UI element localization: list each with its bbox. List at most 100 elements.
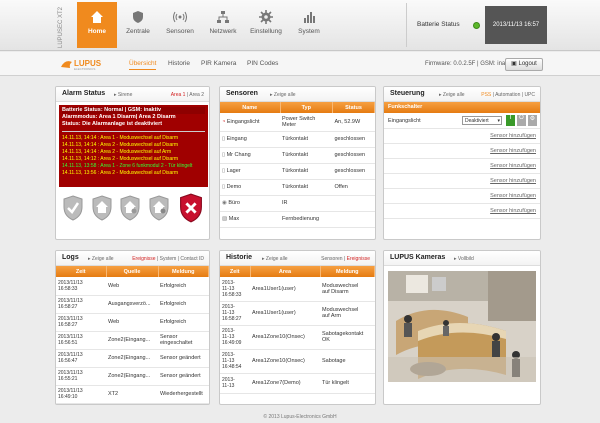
table-row: 2013/11/13 16:58:27 Web Erfolgreich xyxy=(56,313,209,332)
table-row[interactable]: ▧ Max Fernbedienung xyxy=(220,211,375,228)
cell-area: Area1Zone10(Onsec) xyxy=(250,349,320,374)
cell-name: Demo xyxy=(226,184,242,190)
cell-message: Erfolgreich xyxy=(158,313,209,332)
nav-netzwerk[interactable]: Netzwerk xyxy=(203,2,243,48)
table-row[interactable]: ▯ Eingang Türkontakt geschlossen xyxy=(220,131,375,148)
cell-status: An, 52.9W xyxy=(332,113,375,132)
historie-tabs: Sensoren | Ereignisse xyxy=(321,256,370,262)
settings-button[interactable]: ⚙ xyxy=(528,115,537,126)
table-row: 2013/11/13 16:56:51 Zone2(Eingang... Senso… xyxy=(56,331,209,350)
add-sensor-link[interactable]: Sensor hinzufügen xyxy=(384,144,540,159)
logs-title: Logs xyxy=(62,254,79,261)
cell-time: 2013/11/13 16:56:51 xyxy=(56,331,106,350)
area1-link[interactable]: Area 1 xyxy=(171,92,186,98)
table-row[interactable]: ◔ Eingangslicht Power Switch Meter An, 52.… xyxy=(220,113,375,132)
historie-show-all-label: Zeige alle xyxy=(265,256,288,262)
sensoren-show-all-label: Zeige alle xyxy=(273,92,296,98)
door-icon: ▯ xyxy=(222,184,226,190)
tab-ereignisse[interactable]: Ereignisse xyxy=(132,256,155,262)
sensoren-table: Name Typ Status ◔ Eingangslicht Power Swi… xyxy=(220,102,375,228)
tab-upc[interactable]: UPC xyxy=(524,92,535,98)
cell-name: Eingang xyxy=(226,136,247,142)
arm-shield-button[interactable] xyxy=(62,195,84,221)
table-row[interactable]: ◉ Büro IR xyxy=(220,195,375,212)
nav-einstellung[interactable]: Einstellung xyxy=(246,2,286,48)
historie-show-all-link[interactable]: ▸ Zeige alle xyxy=(262,256,288,262)
home-shield-button[interactable] xyxy=(91,195,113,221)
battery-status-line: Batterie Status: Normal | GSM: inaktiv xyxy=(62,107,205,114)
cell-area: Area1Zone7(Demo) xyxy=(250,373,320,394)
area2-link[interactable]: Area 2 xyxy=(189,92,204,98)
cell-message: Moduswechsel auf Arm xyxy=(320,301,375,326)
nav-home[interactable]: Home xyxy=(77,2,117,48)
add-sensor-link[interactable]: Sensor hinzufügen xyxy=(384,174,540,189)
nav-system[interactable]: System xyxy=(289,2,329,48)
table-row: 2013/11/13 16:55:21 Zone2(Eingang... Senso… xyxy=(56,367,209,386)
historie-panel: Historie ▸ Zeige alle Sensoren | Ereigni… xyxy=(219,250,376,405)
col-header: Zeit xyxy=(220,266,251,277)
tab-sensoren[interactable]: Sensoren xyxy=(321,256,342,262)
cell-name: Büro xyxy=(228,200,240,206)
sensoren-show-all-link[interactable]: ▸ Zeige alle xyxy=(270,92,296,98)
sirene-link[interactable]: ▸ Sirene xyxy=(114,92,132,98)
switch-mode-select[interactable]: Deaktiviert ▾ xyxy=(462,116,502,125)
home1-shield-button[interactable] xyxy=(119,195,141,221)
tab-pir-kamera[interactable]: PIR Kamera xyxy=(201,60,236,67)
add-sensor-link[interactable]: Sensor hinzufügen xyxy=(384,204,540,219)
add-sensor-link[interactable]: Sensor hinzufügen xyxy=(384,159,540,174)
fullscreen-link[interactable]: ▸ Vollbild xyxy=(454,256,474,262)
steuerung-header: Steuerung ▸ Zeige alle PSS | Automation … xyxy=(384,87,540,102)
event-line: 14.11.13, 13:56 : Area 2 - Moduswechsel … xyxy=(62,170,179,176)
nav-sensoren-label: Sensoren xyxy=(166,28,194,35)
add-sensor-link[interactable]: Sensor hinzufügen xyxy=(384,189,540,204)
logs-show-all-link[interactable]: ▸ Zeige alle xyxy=(88,256,114,262)
cell-time: 2013- 11-13 16:58:33 xyxy=(220,277,250,302)
cell-type: Türkontakt xyxy=(280,163,333,180)
table-row[interactable]: ▯ Mr Chang Türkontakt geschlossen xyxy=(220,147,375,164)
cell-type: Türkontakt xyxy=(280,131,333,148)
col-header: Zeit xyxy=(56,266,107,277)
motion-icon: ◉ xyxy=(222,200,227,206)
tab-contact-id[interactable]: Contact ID xyxy=(180,256,204,262)
cell-source: Zone2(Eingang... xyxy=(106,367,158,386)
steuerung-show-all-link[interactable]: ▸ Zeige alle xyxy=(439,92,465,98)
status-area: Batterie Status 2013/11/13 16:57 xyxy=(406,3,547,47)
table-row: 2013/11/13 16:56:47 Zone2(Eingang... Senso… xyxy=(56,349,209,368)
tab-ereignisse[interactable]: Ereignisse xyxy=(347,256,370,262)
cell-time: 2013- 11-13 16:58:27 xyxy=(220,301,250,326)
table-row[interactable]: ▯ Lager Türkontakt geschlossen xyxy=(220,163,375,180)
event-line: 14.11.13, 14:14 : Area 2 - Moduswechsel … xyxy=(62,149,172,155)
table-row[interactable]: ▯ Demo Türkontakt Offen xyxy=(220,179,375,196)
nav-zentrale-label: Zentrale xyxy=(126,28,150,35)
nav-sensoren[interactable]: Sensoren xyxy=(160,2,200,48)
logs-header: Logs ▸ Zeige alle Ereignisse | System | … xyxy=(56,251,209,266)
logout-button[interactable]: ▣ Logout xyxy=(505,58,543,71)
historie-title: Historie xyxy=(226,254,253,261)
add-sensor-link[interactable]: Sensor hinzufügen xyxy=(384,129,540,144)
cell-source: Ausgangsverzö... xyxy=(106,295,158,314)
home2-shield-button[interactable] xyxy=(148,195,170,221)
disarm-shield-button[interactable] xyxy=(178,193,204,223)
nav-zentrale[interactable]: Zentrale xyxy=(118,2,158,48)
alarm-status-box: Batterie Status: Normal | GSM: inaktiv A… xyxy=(59,105,208,187)
camera-feed-image[interactable] xyxy=(388,271,536,382)
tab-uebersicht[interactable]: Übersicht xyxy=(129,60,157,70)
tab-historie[interactable]: Historie xyxy=(168,60,190,67)
power-on-button[interactable]: I xyxy=(506,115,515,126)
cell-message: Moduswechsel auf Disarm xyxy=(320,277,375,302)
lock-icon: ▣ xyxy=(511,61,517,67)
cell-time: 2013- 11-13 16:49:09 xyxy=(220,325,250,350)
home-icon xyxy=(91,11,103,23)
power-off-button[interactable]: O xyxy=(517,115,526,126)
tab-automation[interactable]: Automation xyxy=(495,92,520,98)
battery-ok-icon xyxy=(473,22,480,29)
table-row: 2013- 11-13 16:58:33 Area1User1(user) Modu… xyxy=(220,277,375,302)
tab-pin-codes[interactable]: PIN Codes xyxy=(247,60,278,67)
tab-system[interactable]: System xyxy=(160,256,177,262)
tab-pss[interactable]: PSS xyxy=(481,92,491,98)
top-bar: LUPUSEC XT2 Home Zentrale Sensoren Netzw… xyxy=(0,0,600,51)
logs-tabs: Ereignisse | System | Contact ID xyxy=(132,256,204,262)
logs-panel: Logs ▸ Zeige alle Ereignisse | System | … xyxy=(55,250,210,405)
cell-time: 2013/11/13 16:58:27 xyxy=(56,313,106,332)
door-icon: ▯ xyxy=(222,136,226,142)
